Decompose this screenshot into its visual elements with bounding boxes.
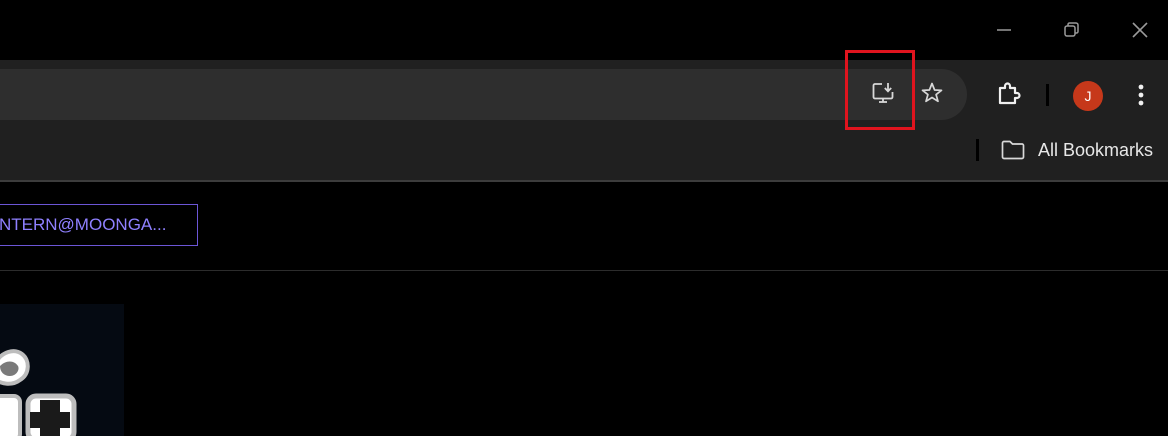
image-panel <box>0 304 124 436</box>
bookmarks-separator <box>976 139 979 161</box>
minimize-icon <box>997 29 1011 31</box>
highlight-box <box>845 50 915 130</box>
all-bookmarks-button[interactable]: All Bookmarks <box>1000 136 1153 164</box>
browser-toolbar: J <box>0 50 1168 130</box>
extensions-button[interactable] <box>990 76 1026 112</box>
robot-illustration <box>0 349 77 436</box>
browser-window: J All Bookmarks NTERN@MOONGA... <box>0 0 1168 436</box>
address-bar[interactable] <box>0 69 967 120</box>
folder-icon <box>1001 140 1025 160</box>
page-content: NTERN@MOONGA... <box>0 182 1168 436</box>
title-bar <box>0 0 1168 60</box>
puzzle-icon <box>998 82 1021 105</box>
restore-button[interactable] <box>1051 10 1091 50</box>
close-button[interactable] <box>1120 10 1160 50</box>
minimize-button[interactable] <box>984 10 1024 50</box>
bookmark-star-button[interactable] <box>915 76 949 110</box>
email-label: NTERN@MOONGA... <box>0 215 167 234</box>
bookmarks-bar: All Bookmarks <box>0 130 1168 182</box>
email-button[interactable]: NTERN@MOONGA... <box>0 204 198 246</box>
profile-avatar[interactable]: J <box>1073 81 1103 111</box>
star-icon <box>921 82 943 103</box>
browser-menu-button[interactable] <box>1126 78 1156 112</box>
restore-icon <box>1064 22 1079 37</box>
all-bookmarks-label: All Bookmarks <box>1038 139 1154 160</box>
kebab-menu-icon <box>1138 84 1144 106</box>
close-icon <box>1132 22 1148 38</box>
page-divider <box>0 270 1168 271</box>
toolbar-separator <box>1046 84 1049 106</box>
